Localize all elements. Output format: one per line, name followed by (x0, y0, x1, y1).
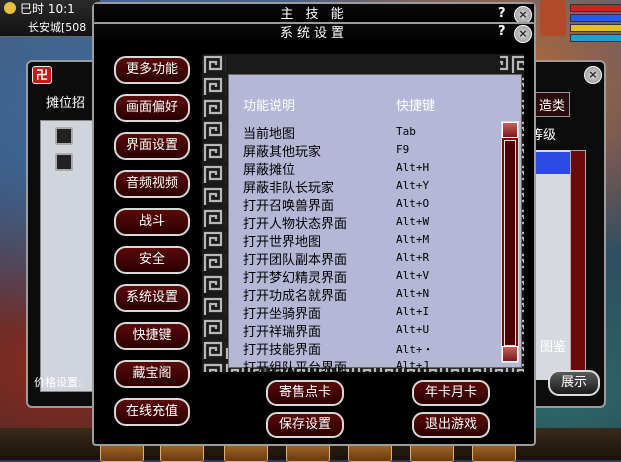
hud-time-label: 巳时 10:1 (20, 2, 75, 16)
settings-window-help-button[interactable]: ? (498, 24, 506, 39)
hotkey-row-name: 当前地图 (243, 127, 296, 142)
stall-right-tab[interactable]: 造类 (534, 92, 571, 117)
hotkey-row-name: 打开祥瑞界面 (243, 325, 322, 340)
hotkey-row-name: 打开技能界面 (243, 343, 322, 358)
settings-window-title: 系统设置 (94, 24, 534, 44)
header-hotkey: 快捷键 (396, 99, 436, 114)
hotkey-row-name: 打开人物状态界面 (243, 217, 348, 232)
exp-bar (570, 34, 621, 42)
sidebar-display-preferences[interactable]: 画面偏好 (114, 94, 190, 122)
hotkey-row-name: 打开坐骑界面 (243, 307, 322, 322)
mp-bar (570, 14, 621, 22)
hotkey-row-name: 打开召唤兽界面 (243, 199, 335, 214)
settings-window: 系统设置 ? × 更多功能 画面偏好 界面设置 音频视频 战斗 安全 系统设置 … (92, 22, 536, 446)
show-button[interactable]: 展示 (548, 370, 600, 396)
anger-bar (570, 24, 621, 32)
sidebar-battle[interactable]: 战斗 (114, 208, 190, 236)
stall-right-scrollbar[interactable] (570, 150, 586, 382)
sidebar-interface-settings[interactable]: 界面设置 (114, 132, 190, 160)
save-settings-button[interactable]: 保存设置 (266, 412, 344, 438)
stall-window-close-button[interactable]: × (584, 66, 602, 84)
hotkey-row-key[interactable]: Alt+W (396, 215, 429, 228)
sidebar-audio-video[interactable]: 音频视频 (114, 170, 190, 198)
consign-card-button[interactable]: 寄售点卡 (266, 380, 344, 406)
stall-checkbox-1[interactable] (55, 127, 73, 145)
sidebar-system-settings[interactable]: 系统设置 (114, 284, 190, 312)
hotkey-panel: 功能说明 快捷键 当前地图 Tab 屏蔽其他玩家 F9 屏蔽摊位 Alt+H 屏… (228, 74, 522, 376)
stall-window-system-icon[interactable]: 卍 (32, 66, 52, 84)
hud-time-panel: 巳时 10:1 长安城[508 (0, 0, 100, 37)
sidebar-security[interactable]: 安全 (114, 246, 190, 274)
scroll-track[interactable] (504, 140, 516, 346)
hotkey-row-name: 打开梦幻精灵界面 (243, 271, 348, 286)
hotkey-row-name: 打开世界地图 (243, 235, 322, 250)
sidebar-hotkeys[interactable]: 快捷键 (114, 322, 190, 350)
stall-price-label: 价格设置: (34, 376, 82, 389)
hotkey-row-key[interactable]: Alt+U (396, 323, 429, 336)
scroll-up-arrow-icon[interactable] (502, 122, 518, 138)
sidebar-more-functions[interactable]: 更多功能 (114, 56, 190, 84)
hotkey-row-name: 屏蔽非队长玩家 (243, 181, 335, 196)
hotkey-row-key[interactable]: Alt+O (396, 197, 429, 210)
hud-zone-label: 长安城[508 (28, 21, 87, 34)
hotkey-row-key[interactable]: Alt+N (396, 287, 429, 300)
hotkey-row-name: 打开功成名就界面 (243, 289, 348, 304)
settings-window-close-button[interactable]: × (514, 25, 532, 43)
clock-icon (4, 2, 16, 14)
status-bars (548, 0, 621, 50)
sidebar-online-recharge[interactable]: 在线充值 (114, 398, 190, 426)
hotkey-row-key[interactable]: F9 (396, 143, 409, 156)
hotkey-scrollbar[interactable] (501, 121, 519, 363)
hotkey-row-key[interactable]: Alt+I (396, 305, 429, 318)
hotkey-row-key[interactable]: Tab (396, 125, 416, 138)
hotkey-row-name: 屏蔽其他玩家 (243, 145, 322, 160)
hotkey-row-name: 打开团队副本界面 (243, 253, 348, 268)
sidebar-treasure-pavilion[interactable]: 藏宝阁 (114, 360, 190, 388)
exit-game-button[interactable]: 退出游戏 (412, 412, 490, 438)
skill-window-help-button[interactable]: ? (498, 6, 506, 21)
hp-bar (570, 4, 621, 12)
stall-tab[interactable]: 摊位招 (46, 92, 85, 111)
hotkey-row-name: 打开组队平台界面 (243, 361, 348, 376)
monthly-card-button[interactable]: 年卡月卡 (412, 380, 490, 406)
stall-checkbox-2[interactable] (55, 153, 73, 171)
hotkey-row-key[interactable]: Alt+V (396, 269, 429, 282)
hotkey-row-key[interactable]: Alt+J (396, 359, 429, 372)
hotkey-row-key[interactable]: Alt+R (396, 251, 429, 264)
hotkey-row-name: 屏蔽摊位 (243, 163, 296, 178)
header-function: 功能说明 (243, 99, 296, 114)
hotkey-row-key[interactable]: Alt+M (396, 233, 429, 246)
hotkey-row-key[interactable]: Alt+H (396, 161, 429, 174)
hotkey-row-key[interactable]: Alt+Y (396, 179, 429, 192)
hotkey-row-key[interactable]: Alt+・ (396, 341, 434, 357)
scroll-down-arrow-icon[interactable] (502, 346, 518, 362)
stall-catalog-label[interactable]: 图鉴 (540, 336, 566, 355)
